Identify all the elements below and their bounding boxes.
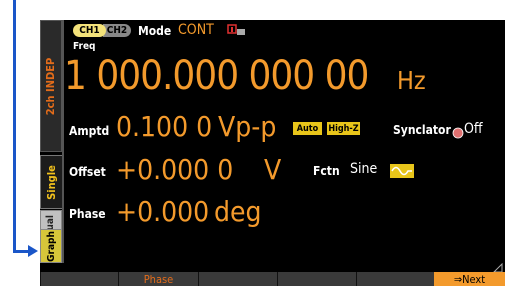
fctn-value[interactable]: Sine — [350, 161, 377, 177]
fctn-label: Fctn — [313, 164, 340, 178]
mode-label: Mode — [138, 24, 172, 38]
softkey-next[interactable]: ⇒Next — [434, 272, 505, 286]
mode-value: CONT — [178, 22, 214, 38]
pointer-arrow-line — [13, 0, 16, 253]
softkey-phase[interactable]: Phase — [118, 272, 198, 286]
tab-single[interactable]: Single — [40, 155, 62, 209]
trigger-status-icon — [227, 23, 247, 42]
freq-value[interactable]: 1 000.000 000 00 — [64, 54, 369, 98]
channel-1-selector[interactable]: CH1 — [73, 24, 106, 37]
tab-graph-label: Graph — [45, 230, 57, 262]
amptd-unit: Vp-p — [218, 110, 277, 143]
amptd-label: Amptd — [69, 124, 110, 138]
softkey-1[interactable] — [40, 272, 118, 286]
offset-label: Offset — [69, 165, 106, 179]
softkey-3[interactable] — [198, 272, 277, 286]
phase-label: Phase — [69, 207, 106, 221]
auto-range-badge: Auto — [293, 122, 322, 135]
softkey-4[interactable] — [277, 272, 356, 286]
phase-unit: deg — [214, 195, 262, 228]
freq-label: Freq — [73, 41, 96, 52]
sine-wave-icon — [390, 163, 414, 182]
amptd-value[interactable]: 0.100 0 — [116, 110, 212, 143]
tab-2ch-indep-label: 2ch INDEP — [44, 57, 58, 115]
softkey-5[interactable] — [356, 272, 434, 286]
channel-2-label: CH2 — [106, 25, 128, 36]
synclator-state[interactable]: Off — [464, 121, 483, 137]
pointer-arrow-head-icon — [28, 245, 38, 257]
synclator-status-icon — [452, 124, 464, 143]
synclator-label: Synclator — [393, 123, 451, 137]
phase-value[interactable]: +0.000 — [116, 195, 209, 228]
freq-unit: Hz — [397, 66, 426, 95]
high-z-badge: High-Z — [327, 122, 360, 135]
channel-1-label: CH1 — [79, 25, 100, 36]
offset-value[interactable]: +0.000 0 — [116, 153, 233, 186]
channel-2-selector[interactable]: CH2 — [103, 24, 131, 37]
tab-graph[interactable]: Graph — [40, 229, 62, 263]
tab-single-label: Single — [45, 164, 59, 200]
tab-2ch-indep[interactable]: 2ch INDEP — [40, 20, 62, 152]
offset-unit: V — [264, 153, 282, 186]
instrument-screen: 2ch INDEP Single Dual Graph CH2 CH1 Mode… — [40, 20, 505, 286]
